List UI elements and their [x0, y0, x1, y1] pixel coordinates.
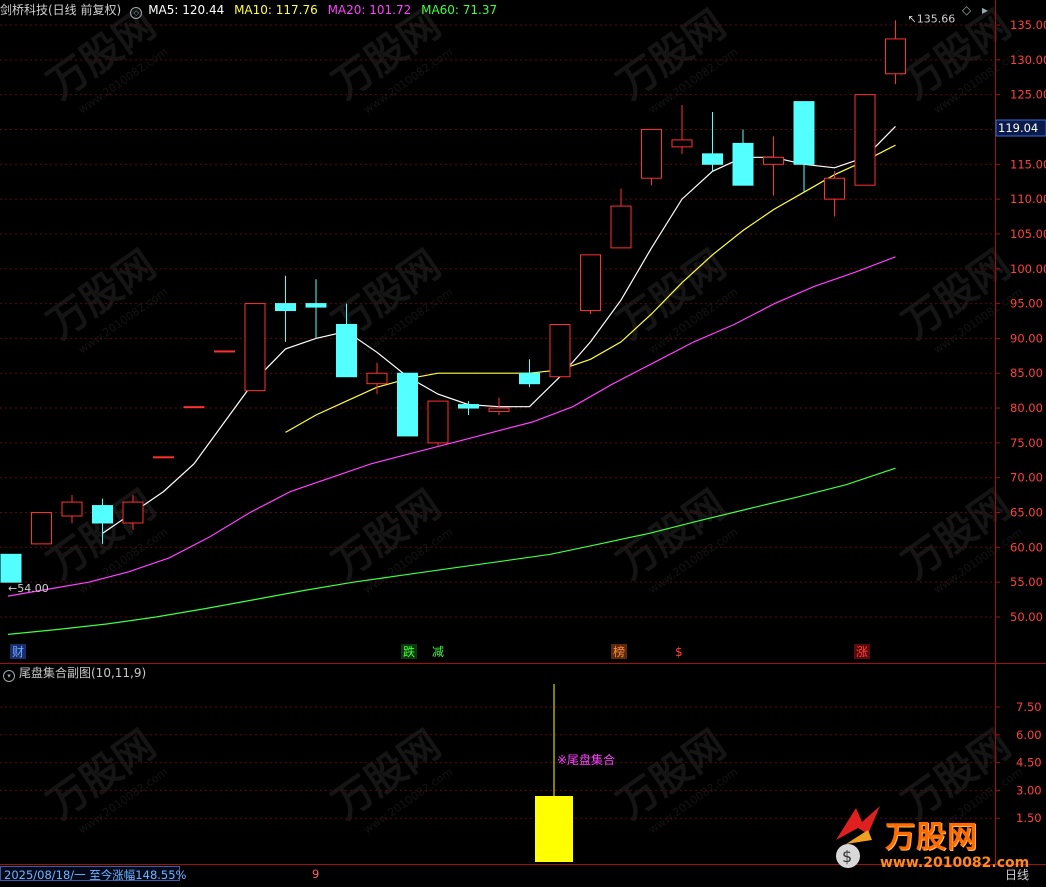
candle-body-up[interactable] [641, 128, 662, 179]
low-price-label: ←54.00 [8, 582, 49, 595]
price-tick-label: 130.00 [1010, 53, 1046, 67]
date-gain-text: 2025/08/18/一 至今涨幅148.55% [4, 868, 187, 882]
price-tick-label: 70.00 [1010, 471, 1043, 485]
price-tick-label: 125.00 [1010, 88, 1046, 102]
candle-body-up[interactable] [854, 94, 876, 186]
sub-tick-label: 4.50 [1016, 756, 1042, 770]
signal-bar[interactable] [535, 796, 573, 862]
current-price-value: 119.04 [998, 121, 1038, 135]
candle-body-down[interactable] [519, 372, 540, 385]
price-tick-label: 80.00 [1010, 401, 1043, 415]
status-count: 9 [312, 867, 320, 881]
brand-logo-url: www.2010082.com [880, 855, 1030, 871]
candle-body-down[interactable] [275, 303, 296, 312]
candle-body-up[interactable] [153, 456, 174, 459]
ma10-readout: MA10: 117.76 [234, 3, 318, 17]
event-marker[interactable]: 涨 [856, 644, 868, 659]
price-tick-label: 65.00 [1010, 506, 1043, 520]
event-marker[interactable]: 跌 [403, 644, 415, 659]
price-tick-label: 90.00 [1010, 331, 1043, 345]
brand-logo-text: 万股网 [885, 820, 978, 855]
candle-body-up[interactable] [244, 303, 266, 392]
candle-body-up[interactable] [122, 501, 144, 524]
date-gain-box: 2025/08/18/一 至今涨幅148.55% [0, 866, 186, 882]
candle-body-down[interactable] [793, 101, 815, 165]
candle-body-down[interactable] [397, 372, 418, 437]
price-tick-label: 75.00 [1010, 436, 1043, 450]
price-tick-label: 60.00 [1010, 540, 1043, 554]
event-marker[interactable]: 财 [12, 645, 24, 659]
signal-label: ※尾盘集合 [557, 752, 615, 767]
candle-body-down[interactable] [732, 142, 754, 186]
candle-body-up[interactable] [610, 205, 632, 249]
settings-dropdown-icon[interactable]: ◇ [130, 7, 143, 19]
sub-tick-label: 3.00 [1016, 783, 1042, 797]
kline-chart[interactable]: 万股网www.2010082.com 万股网www.2010082.com 万股网w… [0, 0, 1046, 883]
price-tick-label: 135.00 [1010, 18, 1046, 32]
candle-body-down[interactable] [92, 505, 113, 524]
ma60-readout: MA60: 71.37 [421, 3, 498, 17]
ma5-readout: MA5: 120.44 [148, 3, 225, 17]
event-marker[interactable]: $ [675, 645, 683, 659]
price-tick-label: 55.00 [1010, 575, 1043, 589]
price-tick-label: 95.00 [1010, 297, 1043, 311]
ma20-readout: MA20: 101.72 [327, 3, 412, 17]
sub-tick-label: 6.00 [1016, 728, 1042, 742]
candle-body-down[interactable] [0, 553, 22, 583]
candle-body-up[interactable] [671, 139, 693, 148]
event-marker[interactable]: 榜 [613, 644, 625, 659]
price-tick-label: 110.00 [1010, 192, 1046, 206]
candle-body-up[interactable] [61, 501, 83, 517]
price-tick-label: 115.00 [1010, 157, 1046, 171]
chart-header: 剑桥科技(日线 前复权) ◇ MA5: 120.44 MA10: 117.76 MA… [0, 0, 995, 20]
sub-chart-dropdown-icon[interactable]: ▾ [3, 670, 15, 682]
candle-body-up[interactable] [214, 350, 235, 353]
candle-body-up[interactable] [580, 254, 601, 312]
candle-body-up[interactable] [31, 512, 52, 545]
candle-body-up[interactable] [763, 156, 784, 165]
sub-tick-label: 7.50 [1016, 700, 1042, 714]
price-tick-label: 50.00 [1010, 610, 1043, 624]
candle-body-up[interactable] [824, 177, 845, 200]
price-tick-label: 100.00 [1010, 262, 1046, 276]
candle-body-down[interactable] [336, 323, 357, 378]
sub-chart-header: ▾ 尾盘集合副图(10,11,9) [0, 664, 995, 682]
candle-body-down[interactable] [458, 404, 479, 409]
chart-stage[interactable]: 万股网 www.2010082.com 万股网 www.2010082.com 万股网 w… [0, 0, 1046, 883]
stock-title[interactable]: 剑桥科技(日线 前复权) [0, 3, 121, 17]
candle-body-up[interactable] [427, 400, 449, 444]
candle-body-up[interactable] [549, 323, 571, 378]
candle-body-up[interactable] [488, 407, 510, 413]
price-tick-label: 85.00 [1010, 366, 1043, 380]
bull-logo-icon: $ [836, 806, 880, 868]
sub-chart-title[interactable]: 尾盘集合副图(10,11,9) [19, 666, 146, 680]
price-tick-label: 105.00 [1010, 227, 1046, 241]
svg-text:$: $ [842, 847, 852, 866]
event-marker[interactable]: 减 [432, 645, 444, 659]
candle-body-up[interactable] [366, 372, 388, 385]
candle-body-up[interactable] [183, 406, 205, 409]
ma5-line [102, 125, 896, 534]
candle-body-up[interactable] [885, 38, 906, 75]
candle-body-down[interactable] [305, 303, 327, 308]
candle-body-down[interactable] [702, 153, 723, 165]
